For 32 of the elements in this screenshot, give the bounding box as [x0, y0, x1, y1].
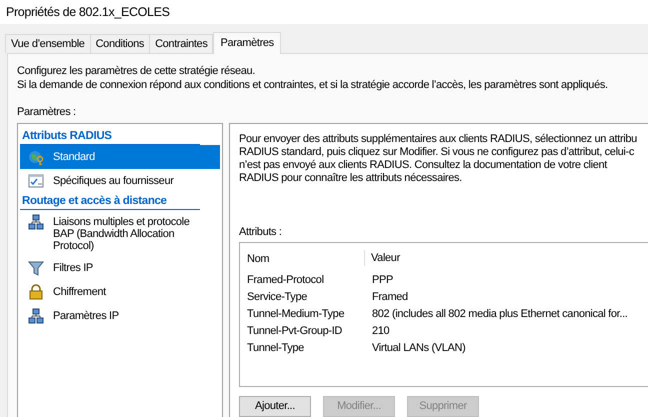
table-cell-text: Service-Type	[247, 290, 308, 306]
action-button[interactable]: Ajouter...	[239, 396, 311, 417]
table-cell-text: 210	[372, 324, 390, 340]
table-cell-text: Tunnel-Pvt-Group-ID	[247, 324, 344, 340]
section-label: Paramètres :	[17, 105, 76, 119]
settings-item[interactable]: Standard	[20, 145, 220, 169]
table-cell-text: Tunnel-Type	[247, 341, 305, 356]
attributes-label: Attributs :	[239, 225, 282, 239]
table-cell-text: Tunnel-Medium-Type	[247, 307, 346, 322]
column-header[interactable]: Valeur	[365, 250, 400, 266]
table-cell-text: Virtual LANs (VLAN)	[372, 341, 466, 356]
tab[interactable]: Paramètres	[213, 32, 281, 54]
window-title: Propriétés de 802.1x_ECOLES	[6, 4, 170, 21]
intro-text: Si la demande de connexion répond aux conditions et contraintes, et si la stratégie accorde l’accès, les paramètres sont appliqués.	[17, 78, 609, 92]
tab[interactable]: Contraintes	[149, 34, 214, 53]
funnel-icon	[28, 260, 44, 276]
intro-text: Configurez les paramètres de cette stratégie réseau.	[17, 64, 256, 78]
column-header[interactable]: Nom	[247, 250, 365, 266]
table-cell-text: Framed	[372, 290, 408, 306]
description-text: Pour envoyer des attributs supplémentaires aux clients RADIUS, sélectionnez un attribu	[239, 133, 637, 146]
table-cell-text: Framed-Protocol	[247, 273, 325, 288]
table-cell-text: PPP	[372, 273, 393, 288]
tab[interactable]: Vue d’ensemble	[5, 34, 91, 53]
description-text: n’est pas envoyé aux clients RADIUS. Consultez la documentation de votre client	[239, 159, 607, 172]
table-cell-text: 802 (includes all 802 media plus Ethernet canonical for...	[372, 307, 628, 322]
description-text: RADIUS standard, puis cliquez sur Modifier. Si vous ne configurez pas d’attribut, celui-c	[239, 146, 634, 159]
checklist-icon	[28, 173, 44, 189]
network-icon	[28, 214, 44, 230]
lock-icon	[28, 284, 44, 300]
description-text: RADIUS pour connaître les attributs nécessaires.	[239, 172, 462, 185]
globe-key-icon	[28, 149, 44, 165]
network-icon	[28, 308, 44, 324]
